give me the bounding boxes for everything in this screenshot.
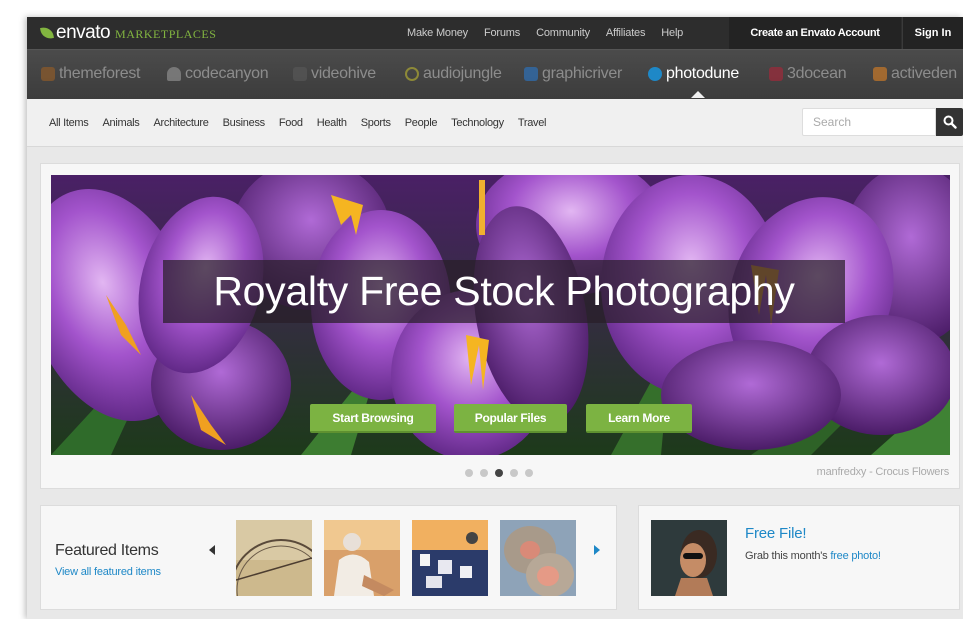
category-bar: All Items Animals Architecture Business … [27, 99, 963, 147]
search-input[interactable] [802, 108, 936, 136]
envato-logo[interactable]: envato MARKETPLACES [40, 22, 217, 43]
featured-thumb-woman-beach[interactable] [324, 520, 400, 596]
popular-files-button[interactable]: Popular Files [454, 404, 567, 433]
marketplace-videohive[interactable]: videohive [293, 50, 376, 98]
marketplace-label: graphicriver [542, 65, 622, 82]
featured-thumb-santorini[interactable] [412, 520, 488, 596]
category-technology[interactable]: Technology [451, 117, 504, 129]
snow-monkeys-photo [500, 520, 576, 596]
logo-subtitle: MARKETPLACES [115, 27, 217, 41]
category-business[interactable]: Business [223, 117, 266, 129]
category-nav: All Items Animals Architecture Business … [49, 99, 560, 147]
slide-dot-active[interactable] [495, 469, 503, 477]
marketplace-label: activeden [891, 65, 957, 82]
free-photo-link[interactable]: free photo! [830, 550, 881, 562]
free-file-card: Free File! Grab this month's free photo! [638, 505, 960, 610]
marketplace-label: audiojungle [423, 65, 502, 82]
view-all-featured-link[interactable]: View all featured items [55, 566, 161, 578]
free-file-title[interactable]: Free File! [745, 525, 807, 542]
sign-in-button[interactable]: Sign In [902, 17, 963, 49]
photo-credit: manfredxy - Crocus Flowers [816, 466, 950, 478]
marketplace-label: 3docean [787, 65, 847, 82]
featured-thumb-snow-monkeys[interactable] [500, 520, 576, 596]
slider-dots [465, 469, 540, 477]
free-file-desc-text: Grab this month's [745, 550, 831, 562]
codecanyon-icon [167, 67, 181, 81]
start-browsing-button[interactable]: Start Browsing [310, 404, 436, 433]
marketplace-label: videohive [311, 65, 376, 82]
nav-community[interactable]: Community [536, 27, 590, 39]
nav-make-money[interactable]: Make Money [407, 27, 468, 39]
themeforest-icon [41, 67, 55, 81]
marketplace-graphicriver[interactable]: graphicriver [524, 50, 622, 98]
3docean-icon [769, 67, 783, 81]
nav-affiliates[interactable]: Affiliates [606, 27, 646, 39]
category-health[interactable]: Health [317, 117, 347, 129]
category-all-items[interactable]: All Items [49, 117, 89, 129]
hero-title: Royalty Free Stock Photography [163, 260, 845, 323]
category-architecture[interactable]: Architecture [154, 117, 209, 129]
logo-brand: envato [56, 22, 111, 43]
marketplace-label: themeforest [59, 65, 141, 82]
marketplace-themeforest[interactable]: themeforest [41, 50, 140, 98]
marketplace-audiojungle[interactable]: audiojungle [405, 50, 502, 98]
marketplace-bar: themeforest codecanyon videohive audioju… [27, 49, 963, 99]
featured-thumb-ferris-wheel[interactable] [236, 520, 312, 596]
woman-beach-photo [324, 520, 400, 596]
nav-help[interactable]: Help [661, 27, 683, 39]
hero-slider: Royalty Free Stock Photography Start Bro… [40, 163, 960, 489]
slide-dot[interactable] [465, 469, 473, 477]
slide-dot[interactable] [525, 469, 533, 477]
free-file-thumbnail[interactable] [651, 520, 727, 596]
search-icon [943, 115, 957, 129]
learn-more-button[interactable]: Learn More [586, 404, 692, 433]
marketplace-label: codecanyon [185, 65, 269, 82]
category-sports[interactable]: Sports [361, 117, 391, 129]
create-account-button[interactable]: Create an Envato Account [729, 17, 901, 49]
marketplace-3docean[interactable]: 3docean [769, 50, 847, 98]
marketplace-label: photodune [666, 65, 739, 82]
audiojungle-icon [405, 67, 419, 81]
nav-forums[interactable]: Forums [484, 27, 520, 39]
page: envato MARKETPLACES Make Money Forums Co… [27, 17, 963, 619]
category-animals[interactable]: Animals [102, 117, 139, 129]
activeden-icon [873, 67, 887, 81]
search-button[interactable] [936, 108, 963, 136]
slide-dot[interactable] [480, 469, 488, 477]
leaf-icon [40, 26, 54, 40]
top-nav: Make Money Forums Community Affiliates H… [407, 17, 699, 49]
photodune-icon [648, 67, 662, 81]
top-bar: envato MARKETPLACES Make Money Forums Co… [27, 17, 963, 49]
category-food[interactable]: Food [279, 117, 303, 129]
category-people[interactable]: People [405, 117, 438, 129]
free-file-description: Grab this month's free photo! [745, 550, 881, 562]
hero-image: Royalty Free Stock Photography Start Bro… [51, 175, 950, 455]
marketplace-codecanyon[interactable]: codecanyon [167, 50, 269, 98]
graphicriver-icon [524, 67, 538, 81]
woman-sunglasses-photo [651, 520, 727, 596]
category-travel[interactable]: Travel [518, 117, 547, 129]
next-arrow-icon[interactable] [594, 545, 600, 555]
prev-arrow-icon[interactable] [209, 545, 215, 555]
featured-title: Featured Items [55, 542, 159, 559]
videohive-icon [293, 67, 307, 81]
marketplace-activeden[interactable]: activeden [873, 50, 957, 98]
featured-items: Featured Items View all featured items [40, 505, 617, 610]
slide-dot[interactable] [510, 469, 518, 477]
santorini-photo [412, 520, 488, 596]
active-marketplace-pointer [691, 91, 705, 98]
ferris-wheel-photo [236, 520, 312, 596]
